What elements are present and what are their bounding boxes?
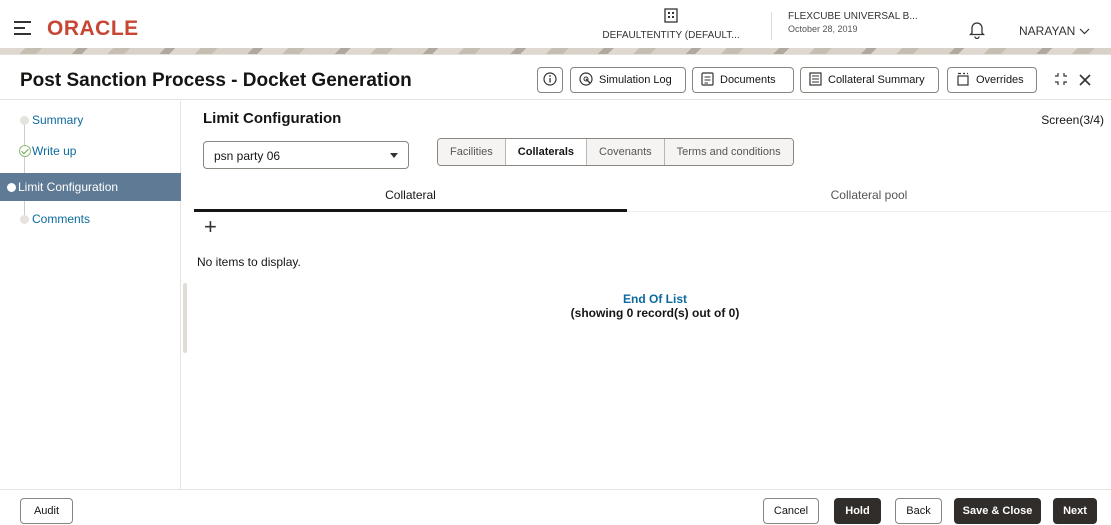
sidebar-item-label: Write up (32, 144, 77, 158)
simulation-log-button[interactable]: Simulation Log (570, 67, 686, 93)
overrides-label: Overrides (976, 74, 1024, 86)
sidebar-item-limit-configuration[interactable]: Limit Configuration (0, 173, 181, 201)
simulation-log-label: Simulation Log (599, 74, 672, 86)
party-select-value: psn party 06 (214, 149, 281, 163)
collateral-summary-button[interactable]: Collateral Summary (800, 67, 939, 93)
segment-collaterals[interactable]: Collaterals (505, 139, 588, 165)
record-count: (showing 0 record(s) out of 0) (570, 306, 740, 320)
building-icon (596, 8, 746, 26)
sidebar-item-label: Summary (32, 113, 84, 127)
simulation-icon (579, 71, 593, 89)
minimize-icon[interactable] (1054, 71, 1068, 92)
sidebar-item-label: Limit Configuration (18, 180, 119, 194)
step-complete-icon (19, 145, 31, 157)
segment-facilities[interactable]: Facilities (438, 139, 506, 165)
step-current-icon (7, 183, 16, 192)
branch-label: FLEXCUBE UNIVERSAL B... (788, 11, 918, 22)
save-close-button[interactable]: Save & Close (954, 498, 1041, 524)
caret-down-icon (390, 153, 398, 158)
entity-selector[interactable]: DEFAULTENTITY (DEFAULT... (596, 8, 746, 41)
user-menu[interactable]: NARAYAN (1019, 24, 1090, 38)
hold-button[interactable]: Hold (834, 498, 881, 524)
documents-label: Documents (720, 74, 776, 86)
empty-list-message: No items to display. (197, 255, 301, 269)
sidebar-item-comments[interactable]: Comments (0, 206, 181, 232)
tab-collateral[interactable]: Collateral (194, 180, 627, 212)
branch-selector[interactable]: FLEXCUBE UNIVERSAL B... October 28, 2019 (788, 11, 918, 35)
page-title: Post Sanction Process - Docket Generatio… (20, 70, 412, 91)
entity-label: DEFAULTENTITY (DEFAULT... (602, 30, 740, 41)
info-button[interactable] (537, 67, 563, 93)
sidebar-item-summary[interactable]: Summary (0, 107, 181, 133)
party-select[interactable]: psn party 06 (203, 141, 409, 169)
screen-indicator: Screen(3/4) (1041, 113, 1104, 127)
header-divider (771, 12, 772, 40)
segment-terms-and-conditions[interactable]: Terms and conditions (664, 139, 793, 165)
config-segmented-control: Facilities Collaterals Covenants Terms a… (437, 138, 794, 166)
collateral-summary-label: Collateral Summary (828, 74, 925, 86)
bell-icon[interactable] (968, 21, 986, 40)
app-header: ORACLE DEFAULTENTITY (DEFAULT... FLEXCUB… (0, 0, 1111, 55)
document-icon (701, 71, 714, 89)
header-banner-stripe (0, 48, 1111, 54)
segment-covenants[interactable]: Covenants (587, 139, 665, 165)
sidebar-item-label: Comments (32, 212, 91, 226)
close-icon[interactable] (1079, 73, 1091, 91)
collateral-tabs: Collateral Collateral pool (194, 180, 1111, 212)
back-button[interactable]: Back (895, 498, 942, 524)
end-of-list-label: End Of List (623, 292, 687, 306)
overrides-icon (956, 72, 970, 89)
info-icon (543, 71, 557, 89)
menu-icon[interactable] (14, 21, 31, 35)
page-titlebar: Post Sanction Process - Docket Generatio… (0, 60, 1111, 100)
oracle-logo: ORACLE (47, 17, 139, 40)
footer-bar: Audit Cancel Hold Back Save & Close Next (0, 489, 1111, 525)
overrides-button[interactable]: Overrides (947, 67, 1037, 93)
next-button[interactable]: Next (1053, 498, 1097, 524)
branch-date: October 28, 2019 (788, 24, 858, 34)
end-of-list: End Of List (showing 0 record(s) out of … (540, 292, 770, 320)
documents-button[interactable]: Documents (692, 67, 794, 93)
step-pending-icon (20, 116, 29, 125)
sidebar-item-write-up[interactable]: Write up (0, 138, 181, 164)
tab-collateral-pool[interactable]: Collateral pool (627, 180, 1111, 212)
summary-icon (809, 71, 822, 89)
user-name: NARAYAN (1019, 24, 1076, 38)
step-pending-icon (20, 215, 29, 224)
chevron-down-icon (1079, 24, 1090, 38)
add-icon[interactable]: + (204, 216, 222, 238)
process-steps-sidebar: Summary Write up Limit Configuration Com… (0, 101, 181, 489)
cancel-button[interactable]: Cancel (763, 498, 819, 524)
sidebar-resize-handle[interactable] (183, 283, 187, 353)
audit-button[interactable]: Audit (20, 498, 73, 524)
section-title: Limit Configuration (203, 110, 342, 127)
